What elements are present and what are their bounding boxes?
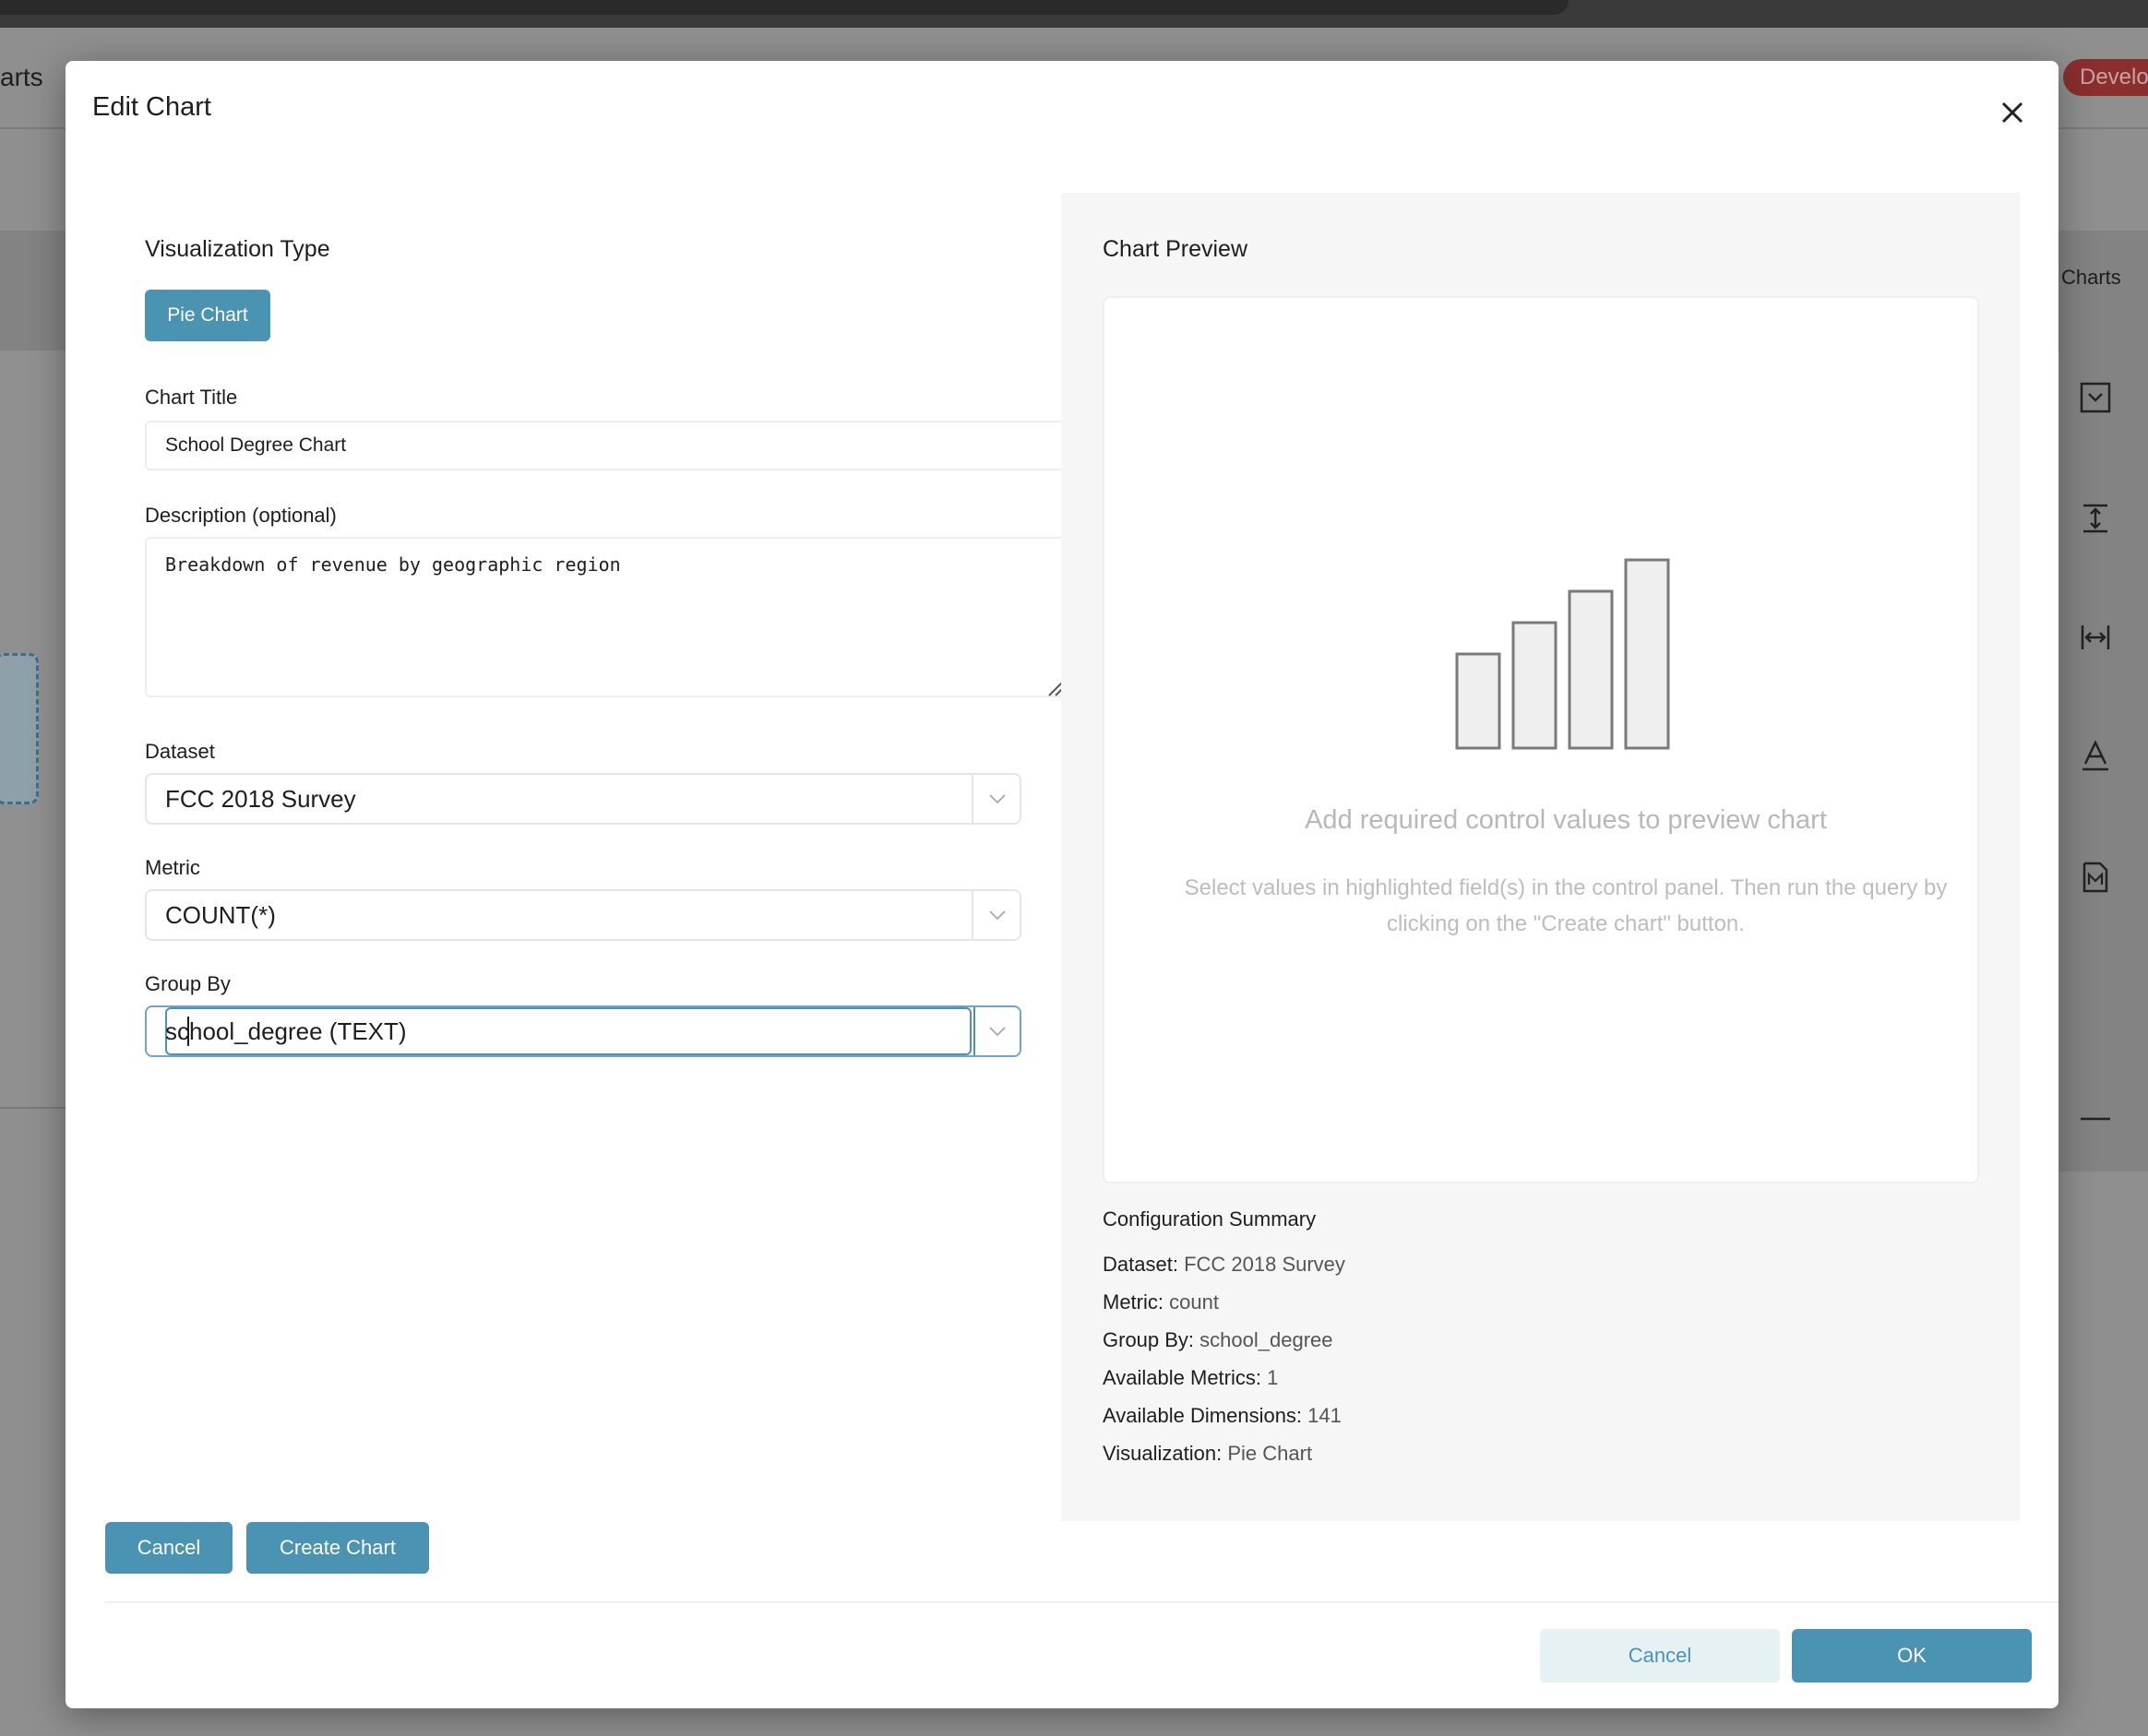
metric-select[interactable]: COUNT(*) [145,889,1021,941]
environment-badge: Develop [2063,59,2148,96]
summary-row: Dataset: FCC 2018 Survey [1103,1253,1345,1277]
edit-chart-modal: Edit Chart Visualization Type Pie Chart … [66,61,2058,1708]
summary-row: Available Dimensions: 141 [1103,1404,1342,1428]
summary-value: 1 [1267,1366,1279,1389]
chart-title-input[interactable] [145,421,1068,470]
dataset-select[interactable]: FCC 2018 Survey [145,773,1021,825]
description-label: Description (optional) [145,504,337,527]
configuration-summary-heading: Configuration Summary [1103,1207,1317,1231]
metric-select-value: COUNT(*) [165,901,276,929]
summary-value: 141 [1307,1404,1342,1427]
summary-label: Available Metrics: [1103,1366,1261,1389]
pie-chart-type-button[interactable]: Pie Chart [145,290,270,341]
chevron-down-icon[interactable] [977,779,1018,819]
chart-preview-heading: Chart Preview [1103,236,1247,262]
dataset-select-value: FCC 2018 Survey [165,785,356,813]
empty-state-line-2: clicking on the "Create chart" button. [1387,911,1745,936]
summary-label: Dataset: [1103,1253,1178,1276]
background-title: arts [0,63,43,91]
text-cursor [187,1017,189,1046]
summary-value: FCC 2018 Survey [1184,1253,1345,1276]
chart-preview-card: Add required control values to preview c… [1103,296,1979,1183]
markdown-icon [2080,862,2111,893]
metric-label: Metric [145,856,200,879]
divider-icon [2080,1103,2111,1135]
close-button[interactable] [1992,92,2033,133]
bar-chart-placeholder-icon [1455,558,1670,750]
select-divider [973,1007,975,1055]
summary-value: Pie Chart [1227,1442,1313,1465]
empty-state-title: Add required control values to preview c… [1305,805,1827,835]
select-divider [972,891,973,939]
summary-row: Visualization: Pie Chart [1103,1442,1312,1466]
empty-state-description: Select values in highlighted field(s) in… [1104,870,2027,942]
group-by-select[interactable]: school_degree (TEXT) [145,1005,1021,1057]
browser-tab-shape [0,0,1569,15]
select-divider [972,775,973,823]
empty-state-line-1: Select values in highlighted field(s) in… [1184,875,1948,900]
chart-title-label: Chart Title [145,386,238,409]
dropdown-box-icon [2080,382,2111,413]
summary-value: count [1169,1290,1219,1314]
summary-label: Group By: [1103,1328,1195,1351]
footer-cancel-button[interactable]: Cancel [1540,1629,1780,1682]
description-textarea[interactable]: Breakdown of revenue by geographic regio… [145,537,1068,697]
text-format-icon [2080,740,2111,771]
group-by-select-value[interactable]: school_degree (TEXT) [165,1007,407,1055]
summary-label: Available Dimensions: [1103,1404,1303,1427]
summary-row: Available Metrics: 1 [1103,1366,1278,1390]
modal-title: Edit Chart [92,92,211,122]
chevron-down-icon[interactable] [977,895,1018,935]
summary-label: Visualization: [1103,1442,1223,1465]
inner-cancel-button[interactable]: Cancel [105,1522,233,1574]
summary-label: Metric: [1103,1290,1164,1314]
background-charts-label: Charts [2061,266,2121,289]
footer-divider [105,1601,2058,1603]
group-by-label: Group By [145,972,231,995]
horizontal-resize-icon [2080,622,2111,653]
chart-preview-panel: Chart Preview Add required control value… [1061,193,2020,1521]
vertical-resize-icon [2080,503,2111,534]
dataset-label: Dataset [145,740,215,763]
visualization-type-heading: Visualization Type [145,236,330,262]
chevron-down-icon[interactable] [977,1011,1018,1052]
close-icon [2001,101,2023,124]
browser-top-strip [0,0,2148,28]
summary-row: Metric: count [1103,1290,1219,1314]
summary-row: Group By: school_degree [1103,1328,1333,1352]
ok-button[interactable]: OK [1792,1629,2032,1682]
background-drop-zone [0,653,39,804]
summary-value: school_degree [1199,1328,1333,1351]
create-chart-button[interactable]: Create Chart [246,1522,429,1574]
